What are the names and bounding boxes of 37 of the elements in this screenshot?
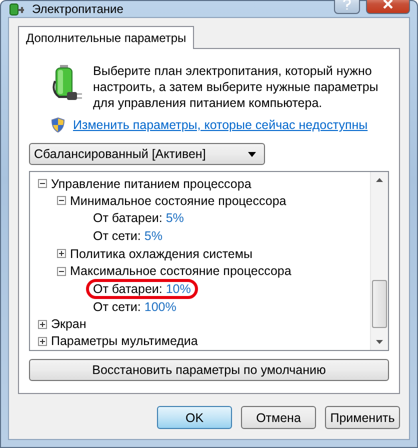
tree-item[interactable]: Экран	[51, 317, 86, 332]
tree-item[interactable]: Максимальное состояние процессора	[70, 264, 292, 278]
expand-icon[interactable]	[57, 249, 66, 258]
close-icon	[383, 0, 393, 9]
instruction-text: Выберите план электропитания, который нужно настроить, а затем выберите нужные параметры для управления питанием компьютера.	[93, 63, 380, 111]
tree-item[interactable]: Управление питанием процессора	[51, 176, 252, 191]
plan-dropdown[interactable]: Сбалансированный [Активен]	[29, 143, 265, 165]
setting-value[interactable]: От батареи: 10%	[86, 278, 198, 299]
dropdown-arrow-icon	[248, 152, 256, 156]
dialog-button[interactable]: Применить	[325, 406, 400, 429]
scrollbar[interactable]	[370, 172, 388, 350]
setting-value[interactable]: От батареи: 5%	[86, 208, 191, 228]
scroll-up-icon[interactable]	[376, 178, 383, 182]
restore-defaults-button[interactable]: Восстановить параметры по умолчанию	[29, 359, 389, 381]
scroll-thumb[interactable]	[372, 280, 387, 328]
battery-plug-icon	[51, 63, 83, 101]
question-icon	[343, 0, 351, 10]
expand-icon[interactable]	[38, 336, 47, 346]
tab[interactable]: Дополнительные параметры	[18, 26, 194, 49]
expand-icon[interactable]	[38, 320, 47, 329]
tree-item[interactable]: Минимальное состояние процессора	[70, 194, 286, 208]
shield-icon	[51, 117, 65, 133]
setting-value[interactable]: От сети: 100%	[86, 296, 184, 317]
setting-value[interactable]: От сети: 5%	[86, 226, 170, 246]
scroll-down-icon[interactable]	[376, 340, 383, 344]
tree-item[interactable]: Политика охлаждения системы	[70, 246, 252, 261]
collapse-icon[interactable]	[57, 266, 66, 276]
battery-plug-icon	[8, 1, 26, 17]
dialog-button[interactable]: Отмена	[241, 406, 316, 429]
window-title: Электропитание	[32, 2, 124, 16]
change-settings-link[interactable]: Изменить параметры, которые сейчас недоступны	[73, 118, 368, 132]
dialog-button[interactable]: OK	[157, 406, 232, 429]
collapse-icon[interactable]	[38, 179, 47, 188]
collapse-icon[interactable]	[57, 196, 66, 206]
tree-item[interactable]: Параметры мультимедиа	[51, 334, 198, 348]
close-button[interactable]	[366, 0, 410, 14]
help-button[interactable]	[334, 0, 360, 14]
